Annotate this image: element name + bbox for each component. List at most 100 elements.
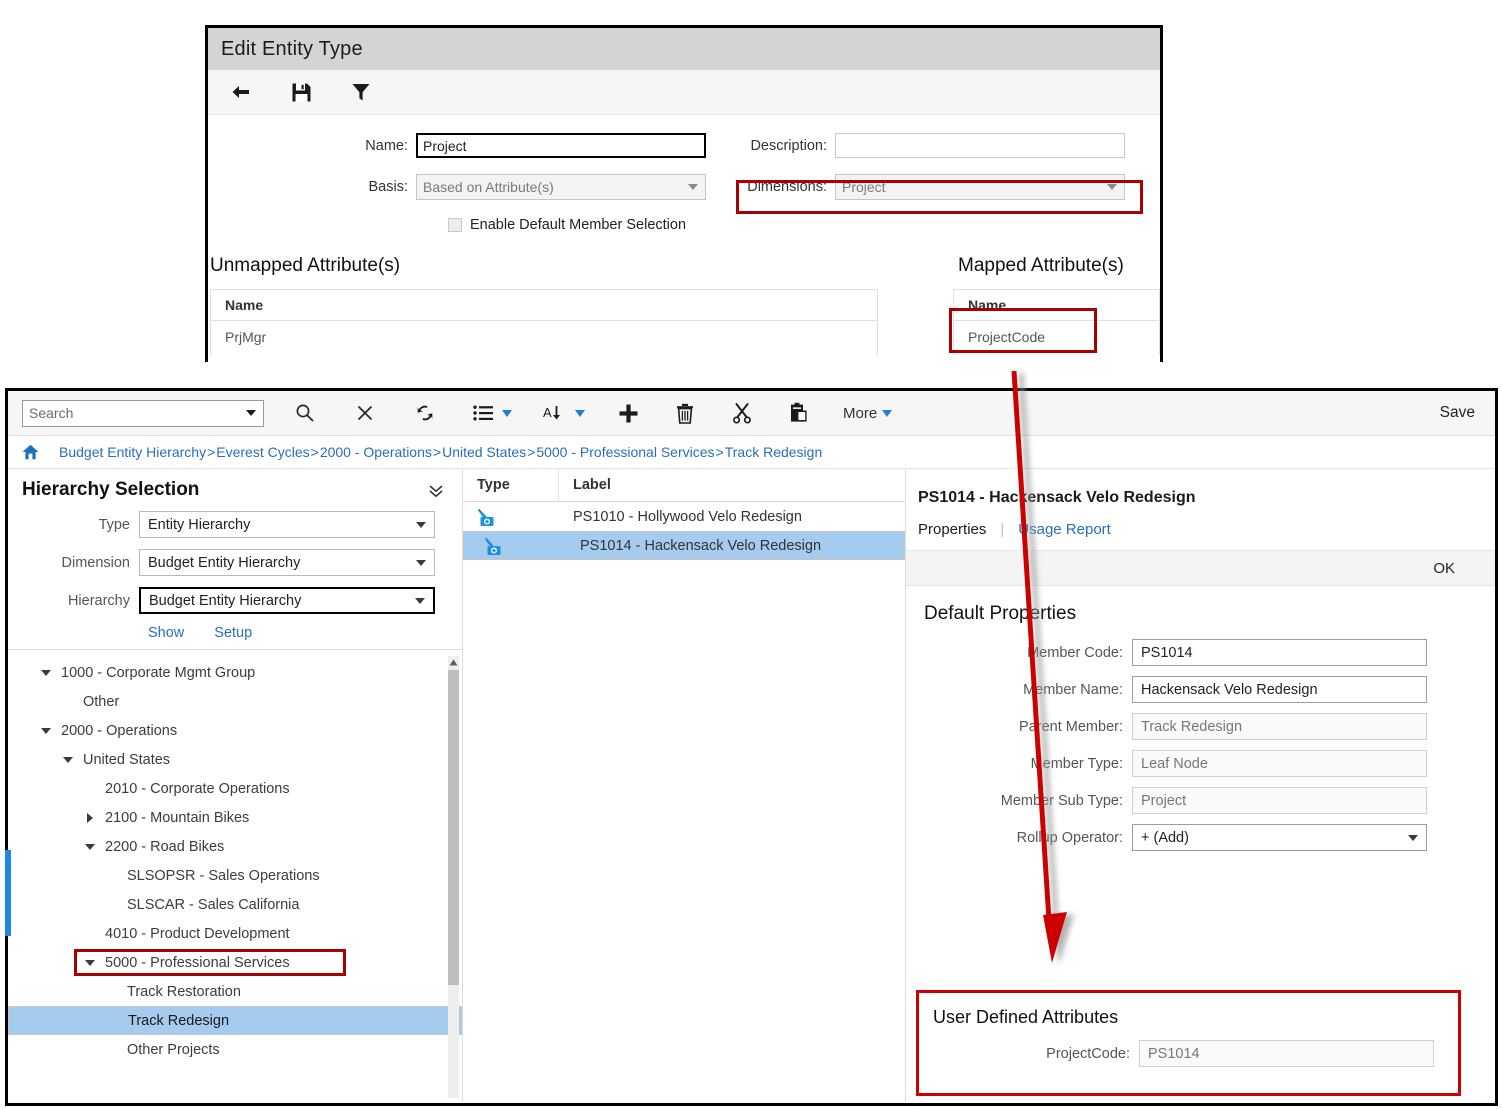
cut-scissors-icon[interactable]: [728, 399, 756, 427]
default-property-field[interactable]: PS1014: [1132, 639, 1427, 666]
refresh-icon[interactable]: [411, 399, 439, 427]
breadcrumb-separator: >: [207, 444, 216, 460]
member-add-icon: [463, 507, 559, 527]
user-defined-attributes-fields: ProjectCode: PS1014: [919, 1040, 1458, 1067]
table-row[interactable]: PS1010 - Hollywood Velo Redesign: [463, 502, 905, 531]
default-properties-heading: Default Properties: [924, 603, 1077, 624]
chevron-down-icon: [688, 184, 698, 190]
clear-x-icon[interactable]: [351, 399, 379, 427]
breadcrumb-link-0[interactable]: Budget Entity Hierarchy: [59, 444, 206, 460]
enable-default-member-selection-row[interactable]: Enable Default Member Selection: [208, 217, 1160, 233]
chevron-down-icon: [1408, 834, 1418, 841]
tree-item[interactable]: Track Restoration: [8, 977, 462, 1006]
breadcrumb-link-1[interactable]: Everest Cycles: [216, 444, 309, 460]
tree-item[interactable]: 2010 - Corporate Operations: [8, 774, 462, 803]
add-plus-icon[interactable]: [614, 399, 642, 427]
chevron-double-down-icon[interactable]: [428, 483, 444, 504]
save-icon[interactable]: [288, 79, 314, 105]
tree-toggle-expanded-icon[interactable]: [38, 669, 54, 676]
search-input[interactable]: Search: [22, 399, 264, 427]
enable-default-member-selection-checkbox[interactable]: [448, 218, 462, 232]
tree-item-label: Track Redesign: [128, 1012, 230, 1029]
breadcrumb-separator: >: [527, 444, 536, 460]
delete-trash-icon[interactable]: [671, 399, 699, 427]
list-view-icon[interactable]: [469, 399, 497, 427]
ok-button[interactable]: OK: [1433, 560, 1455, 577]
scroll-up-icon[interactable]: [448, 656, 459, 668]
tree-item[interactable]: 1000 - Corporate Mgmt Group: [8, 658, 462, 687]
breadcrumb-separator: >: [310, 444, 319, 460]
basis-select[interactable]: Based on Attribute(s): [416, 174, 706, 200]
default-property-value: Track Redesign: [1141, 718, 1243, 735]
show-link[interactable]: Show: [148, 625, 184, 641]
tree-toggle-collapsed-icon[interactable]: [82, 812, 98, 823]
tab-properties[interactable]: Properties: [918, 521, 986, 538]
default-property-field[interactable]: Hackensack Velo Redesign: [1132, 676, 1427, 703]
search-icon[interactable]: [291, 399, 319, 427]
tree-item[interactable]: 5000 - Professional Services: [8, 948, 462, 977]
filter-icon[interactable]: [348, 79, 374, 105]
tree-item-label: 2000 - Operations: [61, 722, 178, 739]
breadcrumb-link-5[interactable]: Track Redesign: [725, 444, 823, 460]
chevron-down-icon: [416, 559, 426, 566]
default-property-field[interactable]: Project: [1132, 787, 1427, 814]
paste-clipboard-icon[interactable]: [785, 399, 813, 427]
properties-tabs: Properties | Usage Report: [906, 507, 1495, 550]
table-row[interactable]: PS1014 - Hackensack Velo Redesign: [463, 531, 905, 560]
breadcrumb-link-3[interactable]: United States: [442, 444, 526, 460]
default-property-row: Member Type: Leaf Node: [906, 750, 1495, 777]
tree-item[interactable]: 4010 - Product Development: [8, 919, 462, 948]
default-property-label: Rollup Operator:: [1016, 829, 1123, 846]
hierarchy-dimension-select[interactable]: Budget Entity Hierarchy: [139, 549, 435, 576]
setup-link[interactable]: Setup: [214, 625, 252, 641]
breadcrumb-link-4[interactable]: 5000 - Professional Services: [536, 444, 714, 460]
projectcode-highlight-box: [949, 308, 1097, 353]
tree-scrollbar-thumb[interactable]: [448, 670, 459, 985]
hierarchy-hierarchy-row: Hierarchy Budget Entity Hierarchy: [8, 587, 462, 614]
tree-item[interactable]: 2000 - Operations: [8, 716, 462, 745]
default-property-field[interactable]: Leaf Node: [1132, 750, 1427, 777]
home-icon[interactable]: [22, 444, 39, 460]
tree-item-label: 1000 - Corporate Mgmt Group: [61, 664, 256, 681]
user-defined-attribute-field[interactable]: PS1014: [1139, 1040, 1434, 1067]
hierarchy-type-select[interactable]: Entity Hierarchy: [139, 511, 435, 538]
tree-item[interactable]: Other: [8, 687, 462, 716]
tree-item[interactable]: 2200 - Road Bikes: [8, 832, 462, 861]
default-property-field[interactable]: + (Add): [1132, 824, 1427, 851]
sort-chevron-down-icon[interactable]: [575, 409, 585, 417]
tree-toggle-expanded-icon[interactable]: [82, 843, 98, 850]
user-defined-attributes-box: User Defined Attributes ProjectCode: PS10…: [916, 990, 1461, 1096]
tree-item[interactable]: Track Redesign: [8, 1006, 462, 1035]
hierarchy-hierarchy-select[interactable]: Budget Entity Hierarchy: [139, 587, 435, 614]
tree-item[interactable]: 2100 - Mountain Bikes: [8, 803, 462, 832]
tree-item[interactable]: Other Projects: [8, 1035, 462, 1064]
tree-item[interactable]: SLSCAR - Sales California: [8, 890, 462, 919]
dimensions-highlight-box: [736, 180, 1143, 214]
default-property-field[interactable]: Track Redesign: [1132, 713, 1427, 740]
name-field[interactable]: Project: [416, 133, 706, 158]
chevron-down-icon[interactable]: [246, 410, 256, 416]
tree-scrollbar[interactable]: [448, 656, 459, 1098]
tree-toggle-expanded-icon[interactable]: [60, 756, 76, 763]
list-view-chevron-down-icon[interactable]: [502, 409, 512, 417]
back-icon[interactable]: [228, 79, 254, 105]
table-row[interactable]: PrjMgr: [211, 321, 877, 353]
tree-toggle-expanded-icon[interactable]: [82, 959, 98, 966]
breadcrumb-link-2[interactable]: 2000 - Operations: [320, 444, 432, 460]
tree-item[interactable]: United States: [8, 745, 462, 774]
more-menu-button[interactable]: More: [843, 405, 893, 422]
name-field-value: Project: [423, 137, 467, 154]
default-property-label: Member Sub Type:: [1000, 792, 1123, 809]
screenshot-root: Edit Entity Type Name: Project Descripti…: [0, 0, 1503, 1109]
tree-item[interactable]: SLSOPSR - Sales Operations: [8, 861, 462, 890]
sort-az-icon[interactable]: A: [540, 399, 570, 427]
tree-item-label: SLSCAR - Sales California: [127, 896, 300, 913]
hierarchy-selection-panel: Hierarchy Selection Type Entity Hierarch…: [8, 469, 462, 650]
hierarchy-type-row: Type Entity Hierarchy: [8, 511, 462, 538]
save-button[interactable]: Save: [1440, 404, 1481, 422]
attribute-grids: Name PrjMgr Name ProjectCode: [208, 289, 1160, 355]
description-field[interactable]: [835, 133, 1125, 158]
window-title: Edit Entity Type: [221, 37, 363, 60]
tab-usage-report[interactable]: Usage Report: [1018, 521, 1111, 538]
tree-toggle-expanded-icon[interactable]: [38, 727, 54, 734]
